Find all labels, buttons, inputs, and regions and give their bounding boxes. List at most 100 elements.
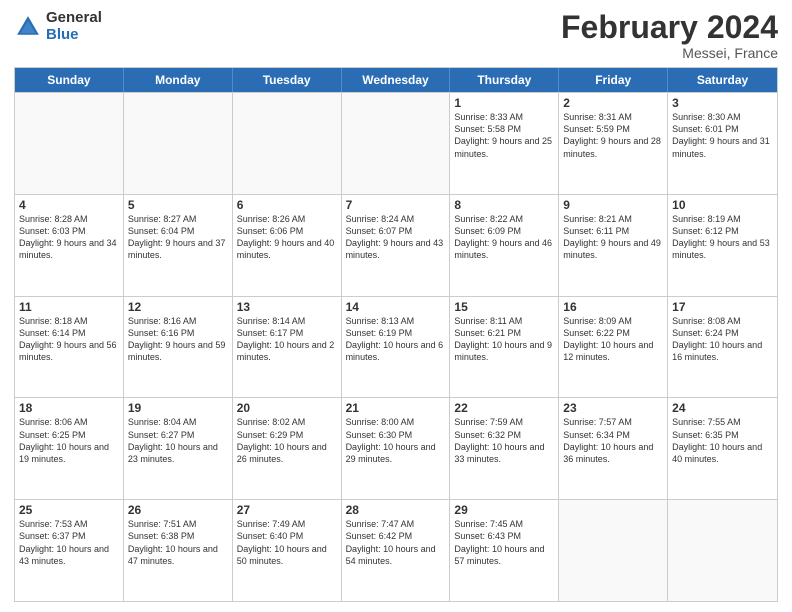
cal-week-2: 4Sunrise: 8:28 AMSunset: 6:03 PMDaylight… (15, 194, 777, 296)
cell-day-number: 8 (454, 198, 554, 212)
cal-cell: 9Sunrise: 8:21 AMSunset: 6:11 PMDaylight… (559, 195, 668, 296)
cell-day-number: 7 (346, 198, 446, 212)
cell-info: Sunrise: 8:13 AMSunset: 6:19 PMDaylight:… (346, 315, 446, 364)
cell-info: Sunrise: 8:00 AMSunset: 6:30 PMDaylight:… (346, 416, 446, 465)
cell-info: Sunrise: 7:53 AMSunset: 6:37 PMDaylight:… (19, 518, 119, 567)
cell-day-number: 9 (563, 198, 663, 212)
cal-header-saturday: Saturday (668, 68, 777, 92)
cell-day-number: 6 (237, 198, 337, 212)
cal-cell (668, 500, 777, 601)
cal-cell: 7Sunrise: 8:24 AMSunset: 6:07 PMDaylight… (342, 195, 451, 296)
cell-info: Sunrise: 8:21 AMSunset: 6:11 PMDaylight:… (563, 213, 663, 262)
cal-cell: 19Sunrise: 8:04 AMSunset: 6:27 PMDayligh… (124, 398, 233, 499)
cell-info: Sunrise: 7:49 AMSunset: 6:40 PMDaylight:… (237, 518, 337, 567)
cell-info: Sunrise: 8:33 AMSunset: 5:58 PMDaylight:… (454, 111, 554, 160)
title-location: Messei, France (561, 45, 778, 61)
cell-info: Sunrise: 8:06 AMSunset: 6:25 PMDaylight:… (19, 416, 119, 465)
cal-cell: 25Sunrise: 7:53 AMSunset: 6:37 PMDayligh… (15, 500, 124, 601)
cal-header-monday: Monday (124, 68, 233, 92)
cell-info: Sunrise: 7:55 AMSunset: 6:35 PMDaylight:… (672, 416, 773, 465)
cal-cell: 26Sunrise: 7:51 AMSunset: 6:38 PMDayligh… (124, 500, 233, 601)
cell-day-number: 25 (19, 503, 119, 517)
cal-cell: 17Sunrise: 8:08 AMSunset: 6:24 PMDayligh… (668, 297, 777, 398)
cell-info: Sunrise: 8:22 AMSunset: 6:09 PMDaylight:… (454, 213, 554, 262)
cell-day-number: 26 (128, 503, 228, 517)
cell-info: Sunrise: 7:51 AMSunset: 6:38 PMDaylight:… (128, 518, 228, 567)
cal-cell: 5Sunrise: 8:27 AMSunset: 6:04 PMDaylight… (124, 195, 233, 296)
cal-cell: 13Sunrise: 8:14 AMSunset: 6:17 PMDayligh… (233, 297, 342, 398)
cal-week-3: 11Sunrise: 8:18 AMSunset: 6:14 PMDayligh… (15, 296, 777, 398)
title-month: February 2024 (561, 10, 778, 45)
cell-day-number: 20 (237, 401, 337, 415)
title-area: February 2024 Messei, France (561, 10, 778, 61)
cell-day-number: 12 (128, 300, 228, 314)
calendar-body: 1Sunrise: 8:33 AMSunset: 5:58 PMDaylight… (15, 92, 777, 601)
cal-cell: 3Sunrise: 8:30 AMSunset: 6:01 PMDaylight… (668, 93, 777, 194)
cell-info: Sunrise: 8:26 AMSunset: 6:06 PMDaylight:… (237, 213, 337, 262)
cal-cell: 27Sunrise: 7:49 AMSunset: 6:40 PMDayligh… (233, 500, 342, 601)
cal-cell: 22Sunrise: 7:59 AMSunset: 6:32 PMDayligh… (450, 398, 559, 499)
cell-day-number: 3 (672, 96, 773, 110)
header: General Blue February 2024 Messei, Franc… (14, 10, 778, 61)
cell-day-number: 1 (454, 96, 554, 110)
cal-header-wednesday: Wednesday (342, 68, 451, 92)
cal-cell: 23Sunrise: 7:57 AMSunset: 6:34 PMDayligh… (559, 398, 668, 499)
cell-info: Sunrise: 8:27 AMSunset: 6:04 PMDaylight:… (128, 213, 228, 262)
cell-day-number: 10 (672, 198, 773, 212)
cal-cell: 12Sunrise: 8:16 AMSunset: 6:16 PMDayligh… (124, 297, 233, 398)
cell-day-number: 13 (237, 300, 337, 314)
cal-cell: 6Sunrise: 8:26 AMSunset: 6:06 PMDaylight… (233, 195, 342, 296)
cell-info: Sunrise: 8:16 AMSunset: 6:16 PMDaylight:… (128, 315, 228, 364)
cal-cell: 24Sunrise: 7:55 AMSunset: 6:35 PMDayligh… (668, 398, 777, 499)
cell-info: Sunrise: 7:45 AMSunset: 6:43 PMDaylight:… (454, 518, 554, 567)
cell-day-number: 17 (672, 300, 773, 314)
logo-general: General (46, 10, 102, 27)
cell-info: Sunrise: 8:04 AMSunset: 6:27 PMDaylight:… (128, 416, 228, 465)
cell-info: Sunrise: 8:14 AMSunset: 6:17 PMDaylight:… (237, 315, 337, 364)
logo: General Blue (14, 10, 102, 43)
page: General Blue February 2024 Messei, Franc… (0, 0, 792, 612)
cal-cell: 28Sunrise: 7:47 AMSunset: 6:42 PMDayligh… (342, 500, 451, 601)
cell-day-number: 15 (454, 300, 554, 314)
cell-info: Sunrise: 8:31 AMSunset: 5:59 PMDaylight:… (563, 111, 663, 160)
logo-blue: Blue (46, 27, 102, 44)
cell-day-number: 23 (563, 401, 663, 415)
calendar: SundayMondayTuesdayWednesdayThursdayFrid… (14, 67, 778, 602)
logo-icon (14, 13, 42, 41)
cal-cell (342, 93, 451, 194)
cal-cell: 21Sunrise: 8:00 AMSunset: 6:30 PMDayligh… (342, 398, 451, 499)
cal-cell: 20Sunrise: 8:02 AMSunset: 6:29 PMDayligh… (233, 398, 342, 499)
cell-day-number: 28 (346, 503, 446, 517)
cell-info: Sunrise: 8:28 AMSunset: 6:03 PMDaylight:… (19, 213, 119, 262)
cal-cell: 29Sunrise: 7:45 AMSunset: 6:43 PMDayligh… (450, 500, 559, 601)
cal-week-5: 25Sunrise: 7:53 AMSunset: 6:37 PMDayligh… (15, 499, 777, 601)
cal-cell: 8Sunrise: 8:22 AMSunset: 6:09 PMDaylight… (450, 195, 559, 296)
cell-info: Sunrise: 8:02 AMSunset: 6:29 PMDaylight:… (237, 416, 337, 465)
calendar-header-row: SundayMondayTuesdayWednesdayThursdayFrid… (15, 68, 777, 92)
cell-info: Sunrise: 8:19 AMSunset: 6:12 PMDaylight:… (672, 213, 773, 262)
cal-cell: 2Sunrise: 8:31 AMSunset: 5:59 PMDaylight… (559, 93, 668, 194)
cal-week-1: 1Sunrise: 8:33 AMSunset: 5:58 PMDaylight… (15, 92, 777, 194)
cal-header-friday: Friday (559, 68, 668, 92)
cell-day-number: 14 (346, 300, 446, 314)
cell-day-number: 18 (19, 401, 119, 415)
cell-info: Sunrise: 7:47 AMSunset: 6:42 PMDaylight:… (346, 518, 446, 567)
cell-info: Sunrise: 8:11 AMSunset: 6:21 PMDaylight:… (454, 315, 554, 364)
cell-day-number: 21 (346, 401, 446, 415)
cal-header-tuesday: Tuesday (233, 68, 342, 92)
cal-header-thursday: Thursday (450, 68, 559, 92)
cell-day-number: 27 (237, 503, 337, 517)
cell-info: Sunrise: 8:09 AMSunset: 6:22 PMDaylight:… (563, 315, 663, 364)
cell-day-number: 11 (19, 300, 119, 314)
cal-cell: 10Sunrise: 8:19 AMSunset: 6:12 PMDayligh… (668, 195, 777, 296)
cal-cell (233, 93, 342, 194)
cell-day-number: 29 (454, 503, 554, 517)
cal-cell: 11Sunrise: 8:18 AMSunset: 6:14 PMDayligh… (15, 297, 124, 398)
cal-cell: 15Sunrise: 8:11 AMSunset: 6:21 PMDayligh… (450, 297, 559, 398)
cell-day-number: 4 (19, 198, 119, 212)
cal-cell (15, 93, 124, 194)
cal-cell: 18Sunrise: 8:06 AMSunset: 6:25 PMDayligh… (15, 398, 124, 499)
cal-cell: 1Sunrise: 8:33 AMSunset: 5:58 PMDaylight… (450, 93, 559, 194)
cal-cell (124, 93, 233, 194)
cal-cell: 4Sunrise: 8:28 AMSunset: 6:03 PMDaylight… (15, 195, 124, 296)
